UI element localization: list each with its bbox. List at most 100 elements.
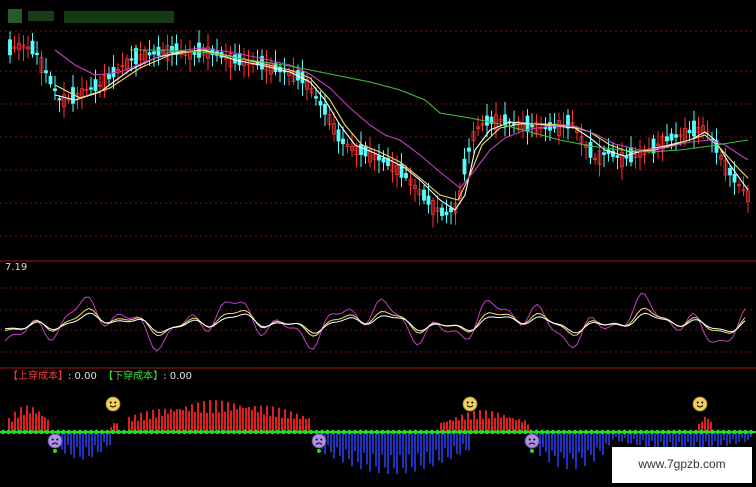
histogram-negative-bar [714,432,716,441]
zero-line-dot [605,429,611,435]
zero-line-dot [644,429,649,435]
histogram-negative-bar [569,432,571,454]
candle-body [485,115,489,126]
zero-line-dot [61,429,66,435]
zero-line-dot [561,429,567,435]
zero-line-dot [457,429,462,435]
histogram-negative-bar [411,432,413,468]
histogram-positive-bar [491,411,493,432]
histogram-positive-bar [200,412,202,432]
candle-body [422,189,426,201]
histogram-negative-bar [702,432,704,448]
histogram-positive-bar [266,405,268,432]
histogram-negative-bar [441,432,443,463]
candle-body [426,195,431,205]
zero-line-dot [743,429,748,435]
zero-line-dot [424,429,429,435]
histogram-positive-bar [215,400,217,432]
zero-line-dot [99,429,105,435]
histogram-positive-bar [176,409,178,432]
histogram-negative-bar [675,432,677,449]
zero-line-dot [523,429,528,435]
zero-line-dot [435,429,440,435]
histogram-negative-bar [435,432,437,451]
zero-line-dot [539,429,545,435]
candle-body [669,133,674,141]
histogram-negative-bar [97,432,99,453]
candle-body [624,156,629,159]
histogram-negative-bar [414,432,416,472]
zero-line-dot [237,429,242,435]
zero-line-dot [572,429,578,435]
histogram-positive-bar [485,410,487,432]
histogram-positive-bar [488,418,490,432]
histogram-negative-bar [465,432,467,451]
histogram-negative-bar [554,432,556,456]
zero-line-dot [193,429,198,435]
histogram-positive-bar [140,412,142,432]
candle-body [89,87,93,90]
histogram-negative-bar [726,432,728,447]
histogram-positive-bar [497,412,499,432]
stock-chart[interactable] [0,0,756,487]
zero-line-dot [248,429,253,435]
histogram-positive-bar [494,417,496,432]
zero-line-dot [413,429,418,435]
histogram-negative-bar [423,432,425,470]
candle-body [687,129,692,134]
histogram-negative-bar [720,432,722,446]
zero-line-dot [154,429,160,435]
zero-line-dot [110,429,116,435]
histogram-positive-bar [272,406,274,432]
histogram-positive-bar [161,415,163,432]
zero-line-dot [666,429,671,435]
histogram-positive-bar [461,414,463,432]
histogram-positive-bar [137,420,139,432]
zero-line-dot [611,429,616,435]
histogram-positive-bar [284,409,286,432]
histogram-positive-bar [290,411,292,432]
histogram-negative-bar [593,432,595,462]
smiley-icon-eye [466,401,469,404]
histogram-positive-bar [146,411,148,432]
histogram-negative-bar [387,432,389,475]
zero-line-dot [33,429,39,435]
zero-line-dot [677,429,682,435]
histogram-negative-bar [684,432,686,449]
histogram-negative-bar [587,432,589,451]
histogram-negative-bar [545,432,547,453]
zero-line-dot [545,429,550,435]
candle-body [57,98,62,101]
zero-line-dot [297,429,303,435]
candle-body [341,138,345,145]
sad-face-icon-eye [315,438,318,441]
zero-line-dot [418,429,424,435]
histogram-positive-bar [164,408,166,432]
histogram-negative-bar [408,432,410,455]
candle-body [467,147,471,152]
histogram-negative-bar [399,432,401,455]
zero-line-dot [671,429,677,435]
zero-line-dot [655,429,660,435]
histogram-positive-bar [281,417,283,432]
histogram-positive-bar [230,410,232,432]
zero-line-dot [490,429,495,435]
zero-line-dot [484,429,490,435]
candle-body [8,39,12,56]
sad-face-icon-eye [528,438,531,441]
zero-line-dot [270,429,275,435]
smiley-icon [462,396,478,412]
candle-body [674,134,678,138]
histogram-negative-bar [657,432,659,448]
smiley-icon-eye [471,401,474,404]
histogram-negative-bar [76,432,78,447]
zero-line-dot [528,429,534,435]
histogram-positive-bar [188,411,190,432]
zero-line-dot [77,429,83,435]
candle-body [93,79,98,91]
candle-body [732,173,737,183]
candle-body [588,141,593,158]
histogram-negative-bar [693,432,695,449]
histogram-positive-bar [29,413,31,432]
candle-body [377,155,381,161]
